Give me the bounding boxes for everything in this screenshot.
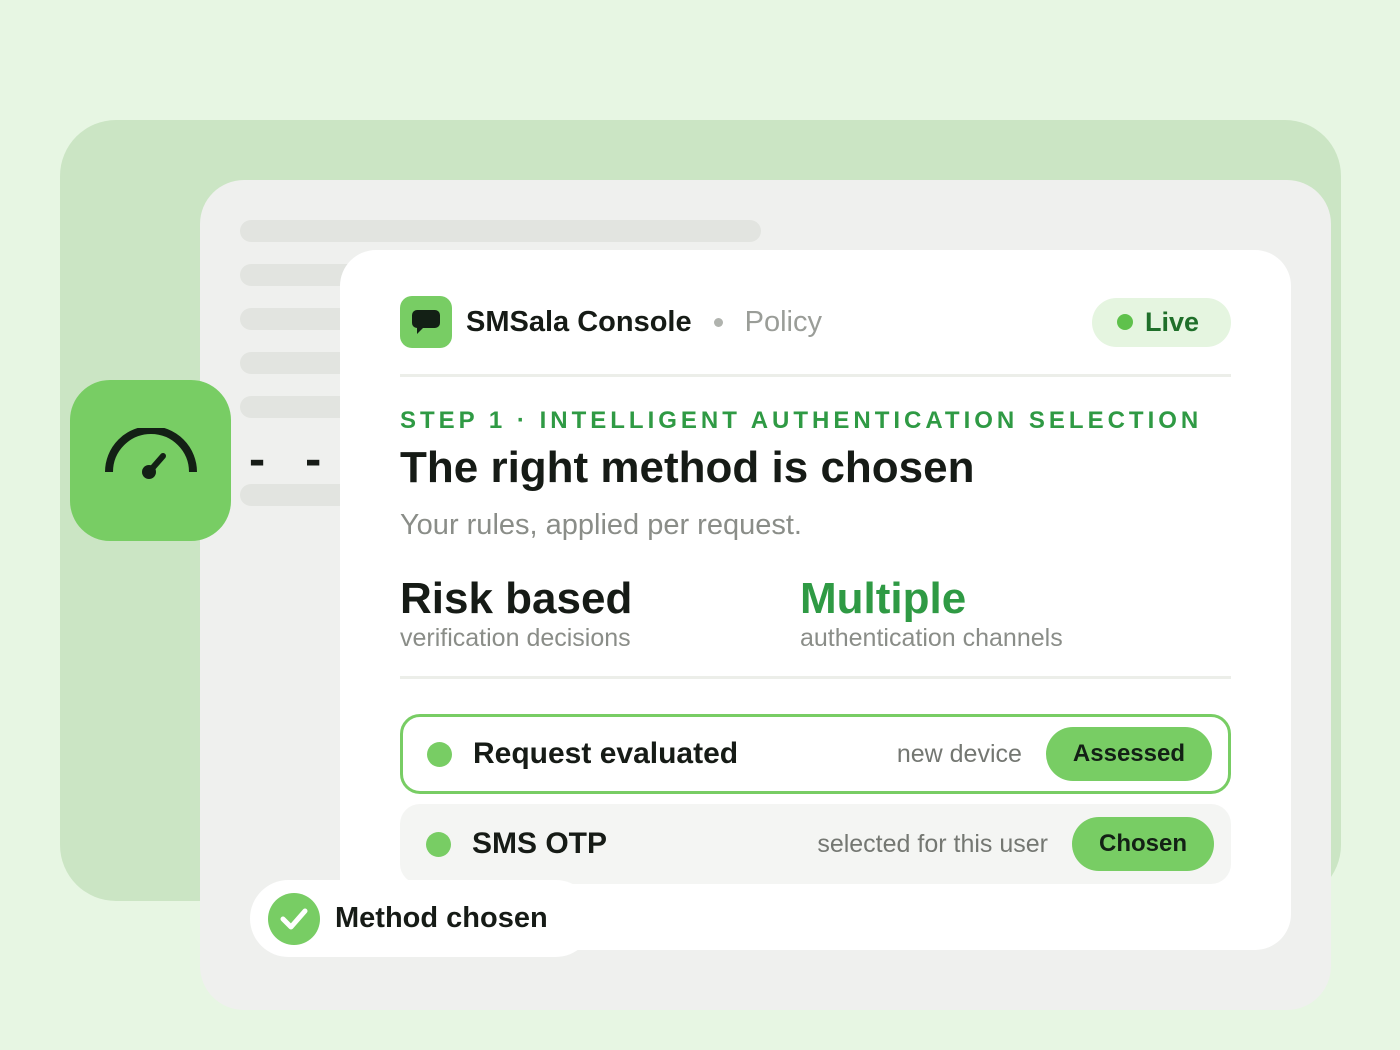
dash-marks: - - (245, 438, 330, 484)
chat-bubble-icon (400, 296, 452, 348)
status-dot-icon (427, 741, 452, 767)
step-label: STEP 1 · INTELLIGENT AUTHENTICATION SELE… (400, 407, 1203, 434)
speedometer-icon (103, 426, 199, 493)
row-meta: selected for this user (817, 829, 1048, 858)
row-meta: new device (896, 739, 1022, 768)
list-item-sms-otp[interactable]: SMS OTP selected for this user Chosen (400, 804, 1231, 884)
card-header: SMSala Console Policy Live (400, 296, 1231, 348)
breadcrumb-section[interactable]: Policy (745, 306, 822, 339)
row-title: SMS OTP (472, 827, 608, 860)
status-badge: Chosen (1071, 817, 1214, 871)
app-name: SMSala Console (466, 305, 692, 338)
page-subtitle: Your rules, applied per request. (400, 509, 802, 541)
list-item-request-evaluated[interactable]: Request evaluated new device Assessed (400, 714, 1231, 794)
status-badge: Live (1091, 297, 1231, 347)
skeleton-line (240, 220, 761, 242)
stage: - - SMSala Console Policy Live STEP 1 · … (0, 0, 1400, 1050)
status-dot-icon (426, 831, 451, 857)
stat-value: Multiple (800, 574, 967, 623)
separator-dot (713, 317, 723, 327)
policy-card: SMSala Console Policy Live STEP 1 · INTE… (340, 250, 1291, 950)
stat-risk: Risk based verification decisions (400, 574, 632, 653)
stat-caption: authentication channels (800, 624, 1063, 652)
divider (400, 676, 1231, 679)
status-label: Live (1144, 306, 1199, 337)
row-title: Request evaluated (473, 737, 739, 770)
status-badge: Assessed (1045, 727, 1212, 781)
live-dot-icon (1116, 314, 1133, 330)
toast-text: Method chosen (335, 902, 548, 934)
stat-caption: verification decisions (400, 624, 631, 652)
toast-notification: Method chosen (250, 880, 594, 957)
divider (400, 374, 1231, 377)
stat-channels: Multiple authentication channels (800, 574, 1063, 653)
gauge-tile (70, 380, 231, 541)
stat-value: Risk based (400, 574, 633, 623)
checkmark-icon (268, 892, 320, 945)
page-title: The right method is chosen (400, 443, 975, 492)
